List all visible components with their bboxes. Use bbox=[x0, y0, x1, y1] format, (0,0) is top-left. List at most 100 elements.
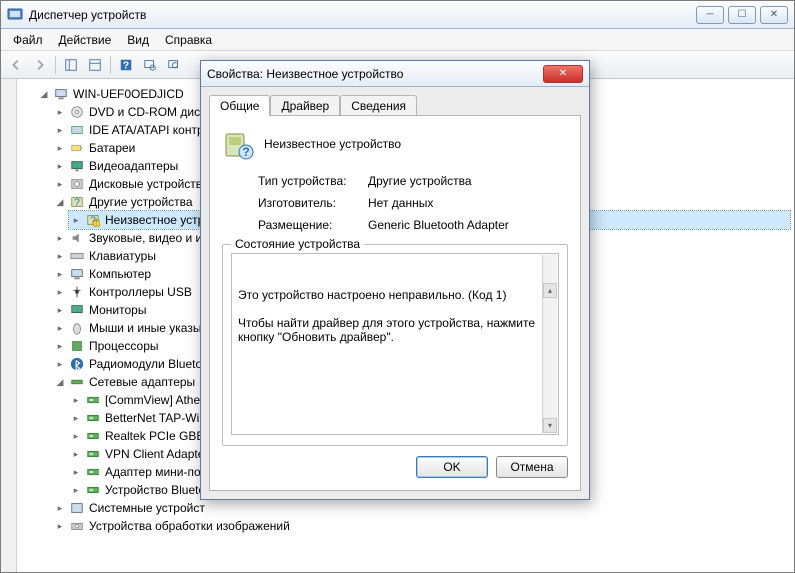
help-button[interactable]: ? bbox=[115, 54, 137, 76]
expand-icon[interactable]: ▸ bbox=[71, 215, 81, 225]
tree-label: Батареи bbox=[89, 139, 135, 157]
keyboard-icon bbox=[69, 248, 85, 264]
value-location: Generic Bluetooth Adapter bbox=[368, 218, 568, 232]
tab-driver[interactable]: Драйвер bbox=[270, 95, 340, 116]
tab-details[interactable]: Сведения bbox=[340, 95, 417, 116]
tree-label: Компьютер bbox=[89, 265, 151, 283]
expand-icon[interactable]: ▸ bbox=[55, 503, 65, 513]
sound-icon bbox=[69, 230, 85, 246]
expand-icon[interactable]: ▸ bbox=[55, 323, 65, 333]
expand-icon[interactable]: ▸ bbox=[55, 107, 65, 117]
value-device-type: Другие устройства bbox=[368, 174, 568, 188]
tree-label: Контроллеры USB bbox=[89, 283, 192, 301]
expand-icon[interactable]: ▸ bbox=[71, 485, 81, 495]
menu-help[interactable]: Справка bbox=[157, 31, 220, 49]
tree-label: Неизвестное устро bbox=[105, 211, 211, 229]
close-button[interactable]: ✕ bbox=[760, 6, 788, 24]
ok-button[interactable]: OK bbox=[416, 456, 488, 478]
expand-icon[interactable]: ▸ bbox=[55, 251, 65, 261]
menubar: Файл Действие Вид Справка bbox=[1, 29, 794, 51]
tree-label: Адаптер мини-по bbox=[105, 463, 201, 481]
expand-icon[interactable]: ▸ bbox=[55, 521, 65, 531]
tree-node[interactable]: ▸Устройства обработки изображений bbox=[53, 517, 790, 535]
device-name: Неизвестное устройство bbox=[264, 137, 401, 151]
expand-icon[interactable]: ▸ bbox=[55, 143, 65, 153]
label-manufacturer: Изготовитель: bbox=[258, 196, 368, 210]
battery-icon bbox=[69, 140, 85, 156]
tree-label: Сетевые адаптеры bbox=[89, 373, 195, 391]
titlebar[interactable]: Диспетчер устройств ─ ☐ ✕ bbox=[1, 1, 794, 29]
other-icon: ? bbox=[69, 194, 85, 210]
cancel-button[interactable]: Отмена bbox=[496, 456, 568, 478]
expand-icon[interactable]: ▸ bbox=[55, 359, 65, 369]
back-button[interactable] bbox=[5, 54, 27, 76]
tab-panel-general: ? Неизвестное устройство Тип устройства:… bbox=[209, 115, 581, 491]
expand-icon[interactable]: ▸ bbox=[55, 305, 65, 315]
expand-icon[interactable]: ▸ bbox=[71, 413, 81, 423]
collapse-icon[interactable]: ◢ bbox=[39, 89, 49, 99]
svg-text:!: ! bbox=[95, 217, 98, 227]
menu-file[interactable]: Файл bbox=[5, 31, 51, 49]
svg-text:?: ? bbox=[74, 197, 80, 209]
device-icon: ? bbox=[222, 128, 254, 160]
tree-label: VPN Client Adapte bbox=[105, 445, 204, 463]
nic-icon bbox=[85, 482, 101, 498]
left-gutter bbox=[1, 79, 17, 572]
tree-node[interactable]: ▸Системные устройст bbox=[53, 499, 790, 517]
menu-view[interactable]: Вид bbox=[119, 31, 157, 49]
menu-action[interactable]: Действие bbox=[51, 31, 120, 49]
computer-icon bbox=[53, 86, 69, 102]
system-icon bbox=[69, 500, 85, 516]
network-icon bbox=[69, 374, 85, 390]
imaging-icon bbox=[69, 518, 85, 534]
expand-icon[interactable]: ▸ bbox=[55, 287, 65, 297]
cpu-icon bbox=[69, 338, 85, 354]
expand-icon[interactable]: ▸ bbox=[71, 467, 81, 477]
expand-icon[interactable]: ▸ bbox=[71, 449, 81, 459]
dialog-close-button[interactable]: ✕ bbox=[543, 65, 583, 83]
refresh-button[interactable] bbox=[163, 54, 185, 76]
expand-icon[interactable]: ▸ bbox=[55, 179, 65, 189]
tree-label: Мониторы bbox=[89, 301, 146, 319]
expand-icon[interactable]: ▸ bbox=[55, 341, 65, 351]
tree-label: Другие устройства bbox=[89, 193, 193, 211]
tree-label: WIN-UEF0OEDJICD bbox=[73, 85, 184, 103]
app-icon bbox=[7, 7, 23, 23]
collapse-icon[interactable]: ◢ bbox=[55, 197, 65, 207]
hdd-icon bbox=[69, 176, 85, 192]
dialog-titlebar[interactable]: Свойства: Неизвестное устройство ✕ bbox=[201, 61, 589, 87]
nic-icon bbox=[85, 392, 101, 408]
show-hide-tree-button[interactable] bbox=[60, 54, 82, 76]
scan-button[interactable] bbox=[139, 54, 161, 76]
expand-icon[interactable]: ▸ bbox=[55, 233, 65, 243]
mouse-icon bbox=[69, 320, 85, 336]
label-device-type: Тип устройства: bbox=[258, 174, 368, 188]
scroll-up-button[interactable]: ▴ bbox=[543, 283, 557, 298]
tree-label: Видеоадаптеры bbox=[89, 157, 178, 175]
expand-icon[interactable]: ▸ bbox=[55, 161, 65, 171]
scroll-down-button[interactable]: ▾ bbox=[543, 418, 557, 433]
status-scrollbar[interactable]: ▴ ▾ bbox=[542, 255, 557, 433]
tree-label: Дисковые устройств bbox=[89, 175, 202, 193]
bluetooth-icon bbox=[69, 356, 85, 372]
expand-icon[interactable]: ▸ bbox=[55, 269, 65, 279]
device-status-text[interactable]: Это устройство настроено неправильно. (К… bbox=[231, 253, 559, 435]
minimize-button[interactable]: ─ bbox=[696, 6, 724, 24]
tree-label: Звуковые, видео и игр bbox=[89, 229, 213, 247]
expand-icon[interactable]: ▸ bbox=[71, 431, 81, 441]
computer-icon bbox=[69, 266, 85, 282]
tree-label: Радиомодули Blueto bbox=[89, 355, 202, 373]
properties-button[interactable] bbox=[84, 54, 106, 76]
tree-label: BetterNet TAP-Win bbox=[105, 409, 206, 427]
expand-icon[interactable]: ▸ bbox=[71, 395, 81, 405]
toolbar-separator bbox=[55, 56, 56, 74]
forward-button[interactable] bbox=[29, 54, 51, 76]
maximize-button[interactable]: ☐ bbox=[728, 6, 756, 24]
tree-label: Клавиатуры bbox=[89, 247, 156, 265]
dialog-title: Свойства: Неизвестное устройство bbox=[207, 67, 543, 81]
tree-label: Realtek PCIe GBE F bbox=[105, 427, 215, 445]
tab-general[interactable]: Общие bbox=[209, 95, 270, 116]
monitor-icon bbox=[69, 302, 85, 318]
collapse-icon[interactable]: ◢ bbox=[55, 377, 65, 387]
expand-icon[interactable]: ▸ bbox=[55, 125, 65, 135]
